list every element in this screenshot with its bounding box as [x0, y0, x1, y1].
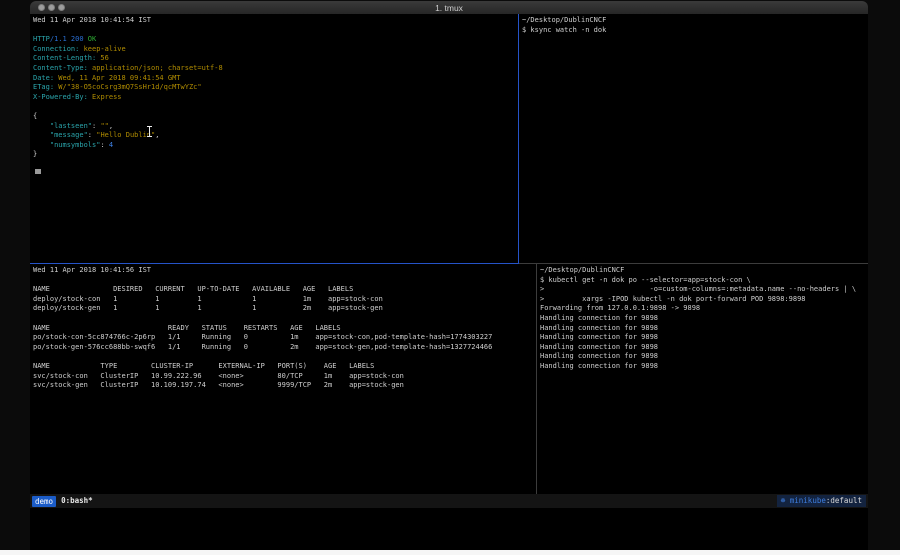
terminal-window: 1. tmux Wed 11 Apr 2018 10:41:54 IST HTT… — [30, 1, 868, 550]
json-field-message: "message": "Hello Dublin", — [33, 131, 518, 141]
cwd-line: ~/Desktop/DublinCNCF — [522, 16, 868, 26]
pane-divider-vertical-top[interactable] — [518, 14, 519, 264]
pane-timestamp: Wed 11 Apr 2018 10:41:56 IST — [33, 266, 536, 276]
command-line: $ ksync watch -n dok — [522, 26, 868, 36]
deploy-table-header: NAME DESIRED CURRENT UP-TO-DATE AVAILABL… — [33, 285, 536, 295]
json-field-numsymbols: "numsymbols": 4 — [33, 141, 518, 151]
http-status-line: HTTP/1.1 200 OK — [33, 35, 518, 45]
window-title: 1. tmux — [30, 3, 868, 13]
pod-table-row: po/stock-con-5cc874766c-2p6rp 1/1 Runnin… — [33, 333, 536, 343]
http-header: Content-Type: application/json; charset=… — [33, 64, 518, 74]
command-line: $ kubectl get -n dok po --selector=app=s… — [540, 276, 868, 286]
cwd-line: ~/Desktop/DublinCNCF — [540, 266, 868, 276]
page-bottom-strip — [0, 550, 900, 555]
forwarding-line: Forwarding from 127.0.0.1:9898 -> 9898 — [540, 304, 868, 314]
kube-namespace: :default — [826, 496, 862, 505]
http-header: ETag: W/"38-O5coCsrg3mQ7SsHr1d/qcMTwYZc" — [33, 83, 518, 93]
pane-kubectl-resources[interactable]: Wed 11 Apr 2018 10:41:56 IST NAME DESIRE… — [30, 264, 536, 494]
kubernetes-icon: ☸ — [781, 496, 786, 505]
command-continuation: > xargs -IPOD kubectl -n dok port-forwar… — [540, 295, 868, 305]
http-header: Content-Length: 56 — [33, 54, 518, 64]
svc-table-header: NAME TYPE CLUSTER-IP EXTERNAL-IP PORT(S)… — [33, 362, 536, 372]
connection-line: Handling connection for 9898 — [540, 314, 868, 324]
command-continuation: > -o=custom-columns=:metadata.name --no-… — [540, 285, 868, 295]
pane-divider-vertical-bottom[interactable] — [536, 264, 537, 494]
http-header: Connection: keep-alive — [33, 45, 518, 55]
window-titlebar[interactable]: 1. tmux — [30, 1, 868, 14]
pane-port-forward[interactable]: ~/Desktop/DublinCNCF $ kubectl get -n do… — [537, 264, 868, 494]
deploy-table-row: deploy/stock-gen 1 1 1 1 2m app=stock-ge… — [33, 304, 536, 314]
mouse-ibeam-cursor — [146, 126, 153, 137]
pane-divider-horizontal-active[interactable] — [30, 263, 518, 264]
terminal-block-cursor — [35, 169, 41, 174]
connection-line: Handling connection for 9898 — [540, 343, 868, 353]
kube-context: minikube — [790, 496, 826, 505]
http-header: X-Powered-By: Express — [33, 93, 518, 103]
pane-ksync[interactable]: ~/Desktop/DublinCNCF $ ksync watch -n do… — [519, 14, 868, 263]
json-field-lastseen: "lastseen": "", — [33, 122, 518, 132]
http-header: Date: Wed, 11 Apr 2018 09:41:54 GMT — [33, 74, 518, 84]
connection-line: Handling connection for 9898 — [540, 324, 868, 334]
connection-line: Handling connection for 9898 — [540, 333, 868, 343]
pod-table-header: NAME READY STATUS RESTARTS AGE LABELS — [33, 324, 536, 334]
pod-table-row: po/stock-gen-576cc688bb-swqf6 1/1 Runnin… — [33, 343, 536, 353]
tmux-window-tab[interactable]: 0:bash* — [61, 494, 93, 508]
pane-timestamp: Wed 11 Apr 2018 10:41:54 IST — [33, 16, 518, 26]
tmux-status-bar: demo 0:bash* ☸ minikube:default — [30, 494, 868, 508]
status-left: demo 0:bash* — [32, 494, 93, 508]
session-name-badge: demo — [32, 496, 56, 507]
status-right: ☸ minikube:default — [777, 495, 866, 507]
json-brace-open: { — [33, 112, 518, 122]
svc-table-row: svc/stock-gen ClusterIP 10.109.197.74 <n… — [33, 381, 536, 391]
pane-http-response[interactable]: Wed 11 Apr 2018 10:41:54 IST HTTP/1.1 20… — [30, 14, 518, 263]
connection-line: Handling connection for 9898 — [540, 362, 868, 372]
connection-line: Handling connection for 9898 — [540, 352, 868, 362]
deploy-table-row: deploy/stock-con 1 1 1 1 1m app=stock-co… — [33, 295, 536, 305]
pane-divider-horizontal[interactable] — [519, 263, 868, 264]
desktop: 1. tmux Wed 11 Apr 2018 10:41:54 IST HTT… — [0, 0, 900, 555]
json-brace-close: } — [33, 150, 518, 160]
svc-table-row: svc/stock-con ClusterIP 10.99.222.96 <no… — [33, 372, 536, 382]
